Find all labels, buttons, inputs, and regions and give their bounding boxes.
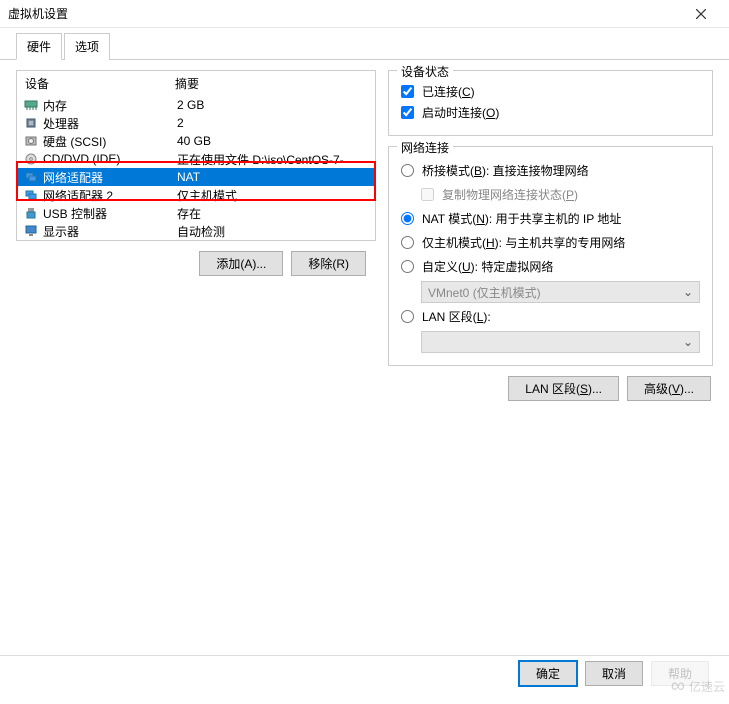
memory-icon	[23, 98, 39, 112]
custom-radio[interactable]	[401, 260, 414, 273]
device-row[interactable]: 内存2 GB	[17, 96, 375, 114]
device-list-buttons: 添加(A)... 移除(R)	[16, 241, 376, 286]
lan-segments-button[interactable]: LAN 区段(S)...	[508, 376, 619, 401]
infinity-icon: ∞	[671, 675, 685, 698]
usb-icon	[23, 206, 39, 220]
replicate-label: 复制物理网络连接状态(P)	[442, 186, 578, 203]
hostonly-radio-row[interactable]: 仅主机模式(H): 与主机共享的专用网络	[401, 232, 700, 253]
device-summary: NAT	[177, 170, 369, 184]
close-icon	[696, 9, 706, 19]
device-summary: 仅主机模式	[177, 187, 369, 204]
header-device: 设备	[25, 75, 175, 92]
device-status-group: 设备状态 已连接(C) 启动时连接(O)	[388, 70, 713, 136]
device-name: 网络适配器	[43, 169, 177, 186]
device-row[interactable]: 处理器2	[17, 114, 375, 132]
watermark-text: 亿速云	[689, 678, 725, 695]
device-list-panel: 设备 摘要 内存2 GB处理器2硬盘 (SCSI)40 GBCD/DVD (ID…	[16, 70, 376, 241]
close-button[interactable]	[681, 0, 721, 28]
titlebar: 虚拟机设置	[0, 0, 729, 28]
cancel-button[interactable]: 取消	[585, 661, 643, 686]
device-name: 显示器	[43, 223, 177, 240]
device-name: 硬盘 (SCSI)	[43, 133, 177, 150]
network-connection-title: 网络连接	[397, 139, 453, 156]
net-icon	[23, 188, 39, 202]
advanced-button[interactable]: 高级(V)...	[627, 376, 711, 401]
connect-poweron-checkbox[interactable]	[401, 106, 414, 119]
device-summary: 2 GB	[177, 98, 369, 112]
tabs: 硬件 选项	[0, 28, 729, 60]
bridged-radio-row[interactable]: 桥接模式(B): 直接连接物理网络	[401, 160, 700, 181]
bridged-label: 桥接模式(B): 直接连接物理网络	[422, 162, 589, 179]
device-row[interactable]: 显示器自动检测	[17, 222, 375, 240]
custom-dropdown-value: VMnet0 (仅主机模式)	[428, 284, 541, 301]
nat-radio[interactable]	[401, 212, 414, 225]
net-icon	[23, 170, 39, 184]
device-row[interactable]: USB 控制器存在	[17, 204, 375, 222]
device-list[interactable]: 内存2 GB处理器2硬盘 (SCSI)40 GBCD/DVD (IDE)正在使用…	[17, 96, 375, 240]
device-summary: 存在	[177, 205, 369, 222]
device-summary: 2	[177, 116, 369, 130]
add-button[interactable]: 添加(A)...	[199, 251, 283, 276]
disk-icon	[23, 134, 39, 148]
device-name: 处理器	[43, 115, 177, 132]
chevron-down-icon: ⌄	[683, 335, 693, 349]
chevron-down-icon: ⌄	[683, 285, 693, 299]
nat-radio-row[interactable]: NAT 模式(N): 用于共享主机的 IP 地址	[401, 208, 700, 229]
nat-label: NAT 模式(N): 用于共享主机的 IP 地址	[422, 210, 621, 227]
network-connection-group: 网络连接 桥接模式(B): 直接连接物理网络 复制物理网络连接状态(P) NAT…	[388, 146, 713, 366]
tab-hardware[interactable]: 硬件	[16, 33, 62, 60]
custom-label: 自定义(U): 特定虚拟网络	[422, 258, 553, 275]
replicate-checkbox	[421, 188, 434, 201]
replicate-checkbox-row[interactable]: 复制物理网络连接状态(P)	[421, 184, 700, 205]
connect-poweron-label: 启动时连接(O)	[422, 104, 499, 121]
device-status-title: 设备状态	[397, 63, 453, 80]
device-name: CD/DVD (IDE)	[43, 152, 177, 166]
tab-options[interactable]: 选项	[64, 33, 110, 60]
device-summary: 正在使用文件 D:\iso\CentOS-7-	[177, 151, 369, 168]
lansegment-radio-row[interactable]: LAN 区段(L):	[401, 306, 700, 327]
device-name: USB 控制器	[43, 205, 177, 222]
remove-button[interactable]: 移除(R)	[291, 251, 366, 276]
connect-poweron-checkbox-row[interactable]: 启动时连接(O)	[401, 102, 700, 123]
lansegment-dropdown: ⌄	[421, 331, 700, 353]
right-panel: 设备状态 已连接(C) 启动时连接(O) 网络连接 桥接模式(B): 直接连接物…	[388, 70, 713, 650]
device-name: 内存	[43, 97, 177, 114]
lansegment-radio[interactable]	[401, 310, 414, 323]
right-buttons: LAN 区段(S)... 高级(V)...	[388, 376, 713, 401]
connected-checkbox-row[interactable]: 已连接(C)	[401, 81, 700, 102]
ok-button[interactable]: 确定	[519, 661, 577, 686]
hostonly-radio[interactable]	[401, 236, 414, 249]
window-title: 虚拟机设置	[8, 5, 681, 22]
display-icon	[23, 224, 39, 238]
custom-dropdown: VMnet0 (仅主机模式) ⌄	[421, 281, 700, 303]
lansegment-label: LAN 区段(L):	[422, 308, 491, 325]
device-row[interactable]: CD/DVD (IDE)正在使用文件 D:\iso\CentOS-7-	[17, 150, 375, 168]
bridged-radio[interactable]	[401, 164, 414, 177]
connected-label: 已连接(C)	[422, 83, 475, 100]
cd-icon	[23, 152, 39, 166]
custom-radio-row[interactable]: 自定义(U): 特定虚拟网络	[401, 256, 700, 277]
content: 设备 摘要 内存2 GB处理器2硬盘 (SCSI)40 GBCD/DVD (ID…	[0, 60, 729, 660]
header-summary: 摘要	[175, 75, 199, 92]
watermark: ∞ 亿速云	[671, 675, 725, 698]
device-name: 网络适配器 2	[43, 187, 177, 204]
device-row[interactable]: 网络适配器 2仅主机模式	[17, 186, 375, 204]
hostonly-label: 仅主机模式(H): 与主机共享的专用网络	[422, 234, 625, 251]
device-row[interactable]: 网络适配器NAT	[17, 168, 375, 186]
cpu-icon	[23, 116, 39, 130]
device-row[interactable]: 硬盘 (SCSI)40 GB	[17, 132, 375, 150]
device-list-header: 设备 摘要	[17, 71, 375, 96]
connected-checkbox[interactable]	[401, 85, 414, 98]
footer-divider	[0, 655, 729, 656]
device-summary: 自动检测	[177, 223, 369, 240]
device-summary: 40 GB	[177, 134, 369, 148]
